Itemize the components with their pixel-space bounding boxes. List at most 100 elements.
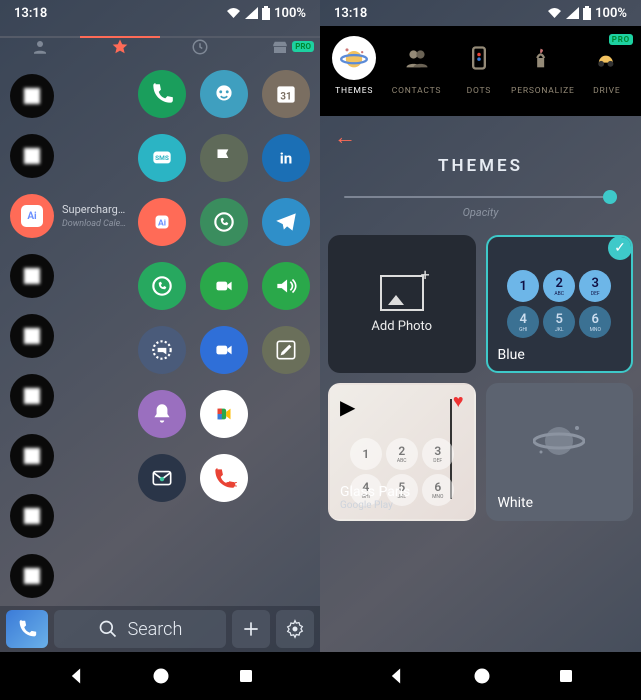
signal-icon bbox=[245, 7, 258, 19]
speed-dial-grid: 31 SMS in Ai REC bbox=[128, 66, 320, 606]
clock: 13:18 bbox=[334, 6, 367, 21]
nav-home[interactable] bbox=[472, 666, 492, 686]
app-duo-video[interactable] bbox=[200, 262, 248, 310]
promo-sub: Download Cale… bbox=[62, 219, 126, 229]
status-right: 100% bbox=[226, 6, 306, 21]
top-tabs: PRO bbox=[0, 26, 320, 66]
app-volume[interactable] bbox=[262, 262, 310, 310]
svg-text:SMS: SMS bbox=[155, 154, 169, 162]
tab-contacts[interactable] bbox=[0, 36, 80, 56]
app-meet[interactable] bbox=[200, 390, 248, 438]
list-item[interactable] bbox=[0, 366, 128, 426]
app-video[interactable] bbox=[200, 326, 248, 374]
dots-icon bbox=[457, 36, 501, 80]
app-whatsapp[interactable] bbox=[138, 262, 186, 310]
app-mail[interactable] bbox=[138, 454, 186, 502]
nav-home[interactable] bbox=[151, 666, 171, 686]
category-themes[interactable]: THEMES bbox=[324, 36, 384, 110]
app-bell[interactable] bbox=[138, 390, 186, 438]
app-whatsapp-alt[interactable] bbox=[200, 198, 248, 246]
signal-icon bbox=[566, 7, 579, 19]
theme-grid: Add Photo ✓ 12ABC3DEF4GHI5JKL6MNO Blue ▶… bbox=[320, 225, 641, 531]
list-item[interactable] bbox=[0, 66, 128, 126]
category-bar: THEMESCONTACTSDOTSPERSONALIZEDRIVEPRO bbox=[320, 26, 641, 116]
dialer-button[interactable] bbox=[6, 610, 48, 648]
nav-recent[interactable] bbox=[557, 667, 575, 685]
section-title: THEMES bbox=[320, 156, 641, 176]
list-item[interactable] bbox=[0, 126, 128, 186]
app-phone[interactable] bbox=[138, 70, 186, 118]
theme-glass-paris[interactable]: ▶ ♥ 12ABC3DEF4GHI5JKL6MNO Glass ParisGoo… bbox=[328, 383, 476, 521]
add-photo-label: Add Photo bbox=[371, 319, 432, 334]
nav-back[interactable] bbox=[66, 666, 86, 686]
category-personalize[interactable]: PERSONALIZE bbox=[511, 36, 575, 110]
star-icon bbox=[111, 38, 129, 56]
search-label: Search bbox=[128, 619, 183, 640]
personalize-icon bbox=[521, 36, 565, 80]
pro-badge: PRO bbox=[609, 34, 633, 45]
battery-icon bbox=[583, 6, 591, 20]
search-button[interactable]: Search bbox=[54, 610, 226, 648]
app-rec[interactable]: REC bbox=[200, 454, 248, 502]
opacity-label: Opacity bbox=[344, 206, 617, 219]
theme-label: White bbox=[498, 495, 534, 511]
photo-icon bbox=[380, 275, 424, 311]
nav-back[interactable] bbox=[386, 666, 406, 686]
status-bar: 13:18 100% bbox=[0, 0, 320, 26]
nav-recent[interactable] bbox=[237, 667, 255, 685]
status-bar: 13:18 100% bbox=[320, 0, 641, 26]
play-store-icon: ▶ bbox=[340, 395, 355, 419]
tab-favorites[interactable] bbox=[80, 36, 160, 56]
settings-button[interactable] bbox=[276, 610, 314, 648]
status-right: 100% bbox=[547, 6, 627, 21]
wifi-icon bbox=[547, 7, 562, 19]
ai-icon: Ai bbox=[10, 194, 54, 238]
category-contacts[interactable]: CONTACTS bbox=[386, 36, 446, 110]
list-item[interactable] bbox=[0, 246, 128, 306]
svg-text:31: 31 bbox=[280, 91, 291, 102]
svg-text:in: in bbox=[280, 149, 293, 167]
svg-text:Ai: Ai bbox=[158, 218, 166, 228]
heart-icon: ♥ bbox=[453, 391, 464, 412]
opacity-slider[interactable]: Opacity bbox=[320, 176, 641, 225]
theme-white[interactable]: White bbox=[486, 383, 634, 521]
theme-label: Glass Paris bbox=[340, 484, 410, 500]
planet-icon bbox=[533, 422, 585, 460]
app-compose[interactable] bbox=[262, 326, 310, 374]
tab-recents[interactable] bbox=[160, 36, 240, 56]
dialer-screen: 13:18 100% PRO bbox=[0, 0, 320, 652]
category-dots[interactable]: DOTS bbox=[449, 36, 509, 110]
tab-business[interactable]: PRO bbox=[240, 36, 320, 56]
promo-title: Supercharg… bbox=[62, 203, 125, 216]
contact-list[interactable]: Ai Supercharg… Download Cale… bbox=[0, 66, 128, 606]
app-ai[interactable]: Ai bbox=[138, 198, 186, 246]
app-calendar-31[interactable]: 31 bbox=[262, 70, 310, 118]
wifi-icon bbox=[226, 7, 241, 19]
search-icon bbox=[98, 619, 118, 639]
slider-thumb[interactable] bbox=[603, 190, 617, 204]
app-maps-flag[interactable] bbox=[200, 134, 248, 182]
theme-label: Blue bbox=[498, 347, 525, 363]
add-button[interactable] bbox=[232, 610, 270, 648]
list-item[interactable] bbox=[0, 486, 128, 546]
pro-badge: PRO bbox=[292, 41, 314, 52]
theme-blue[interactable]: ✓ 12ABC3DEF4GHI5JKL6MNO Blue bbox=[486, 235, 634, 373]
bottom-bar: Search bbox=[0, 606, 320, 652]
app-linkedin[interactable]: in bbox=[262, 134, 310, 182]
category-drive[interactable]: DRIVEPRO bbox=[577, 36, 637, 110]
app-waze[interactable] bbox=[200, 70, 248, 118]
theme-sub: Google Play bbox=[340, 500, 410, 511]
app-telegram[interactable] bbox=[262, 198, 310, 246]
app-signal[interactable] bbox=[138, 326, 186, 374]
list-item[interactable] bbox=[0, 426, 128, 486]
list-item[interactable] bbox=[0, 306, 128, 366]
app-sms[interactable]: SMS bbox=[138, 134, 186, 182]
list-item[interactable] bbox=[0, 546, 128, 606]
battery-pct: 100% bbox=[595, 6, 627, 21]
svg-text:REC: REC bbox=[226, 481, 237, 489]
android-nav-bar bbox=[0, 652, 641, 700]
back-button[interactable]: ← bbox=[320, 116, 641, 158]
list-item-promo[interactable]: Ai Supercharg… Download Cale… bbox=[0, 186, 128, 246]
theme-add-photo[interactable]: Add Photo bbox=[328, 235, 476, 373]
battery-pct: 100% bbox=[274, 6, 306, 21]
